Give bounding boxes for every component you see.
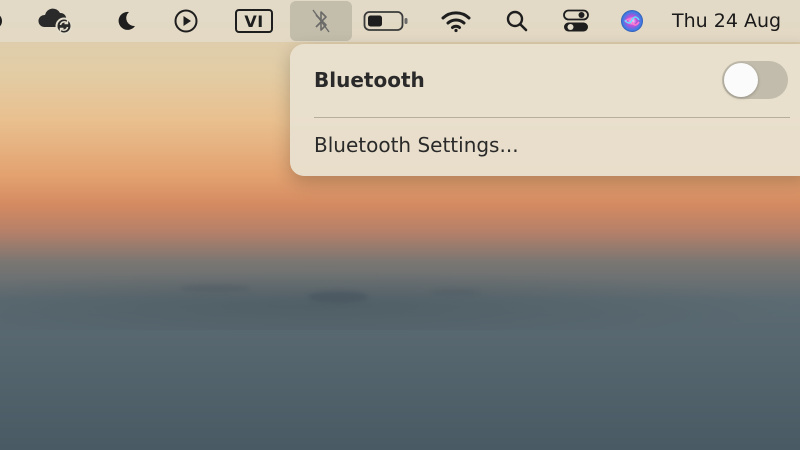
menu-bar-clock[interactable]: Thu 24 Aug (672, 0, 781, 42)
battery-icon[interactable] (362, 0, 410, 42)
bluetooth-toggle[interactable] (722, 61, 788, 99)
bluetooth-menu-button[interactable] (290, 1, 352, 41)
play-circle-icon[interactable] (171, 0, 201, 42)
menu-bar: VI Thu 24 Aug (0, 0, 800, 42)
partial-menu-icon[interactable] (0, 0, 6, 42)
siri-icon[interactable] (617, 0, 647, 42)
wifi-icon[interactable] (440, 0, 472, 42)
wallpaper-cloud (308, 291, 368, 303)
input-source-label: VI (235, 9, 273, 33)
search-icon[interactable] (503, 0, 531, 42)
creative-cloud-sync-icon[interactable] (36, 0, 76, 42)
menu-divider (314, 117, 790, 118)
bluetooth-off-icon (312, 9, 330, 33)
bluetooth-toggle-knob (724, 63, 758, 97)
bluetooth-title: Bluetooth (314, 68, 425, 92)
bluetooth-settings-item[interactable]: Bluetooth Settings... (314, 133, 519, 157)
wallpaper-cloud (430, 289, 480, 295)
wallpaper-cloud (180, 285, 250, 292)
input-source-icon[interactable]: VI (234, 0, 274, 42)
moon-icon[interactable] (112, 0, 140, 42)
control-center-icon[interactable] (560, 0, 592, 42)
battery-level-fill (368, 15, 382, 27)
wallpaper-haze (0, 270, 800, 330)
bluetooth-dropdown-menu: Bluetooth Bluetooth Settings... (290, 44, 800, 176)
